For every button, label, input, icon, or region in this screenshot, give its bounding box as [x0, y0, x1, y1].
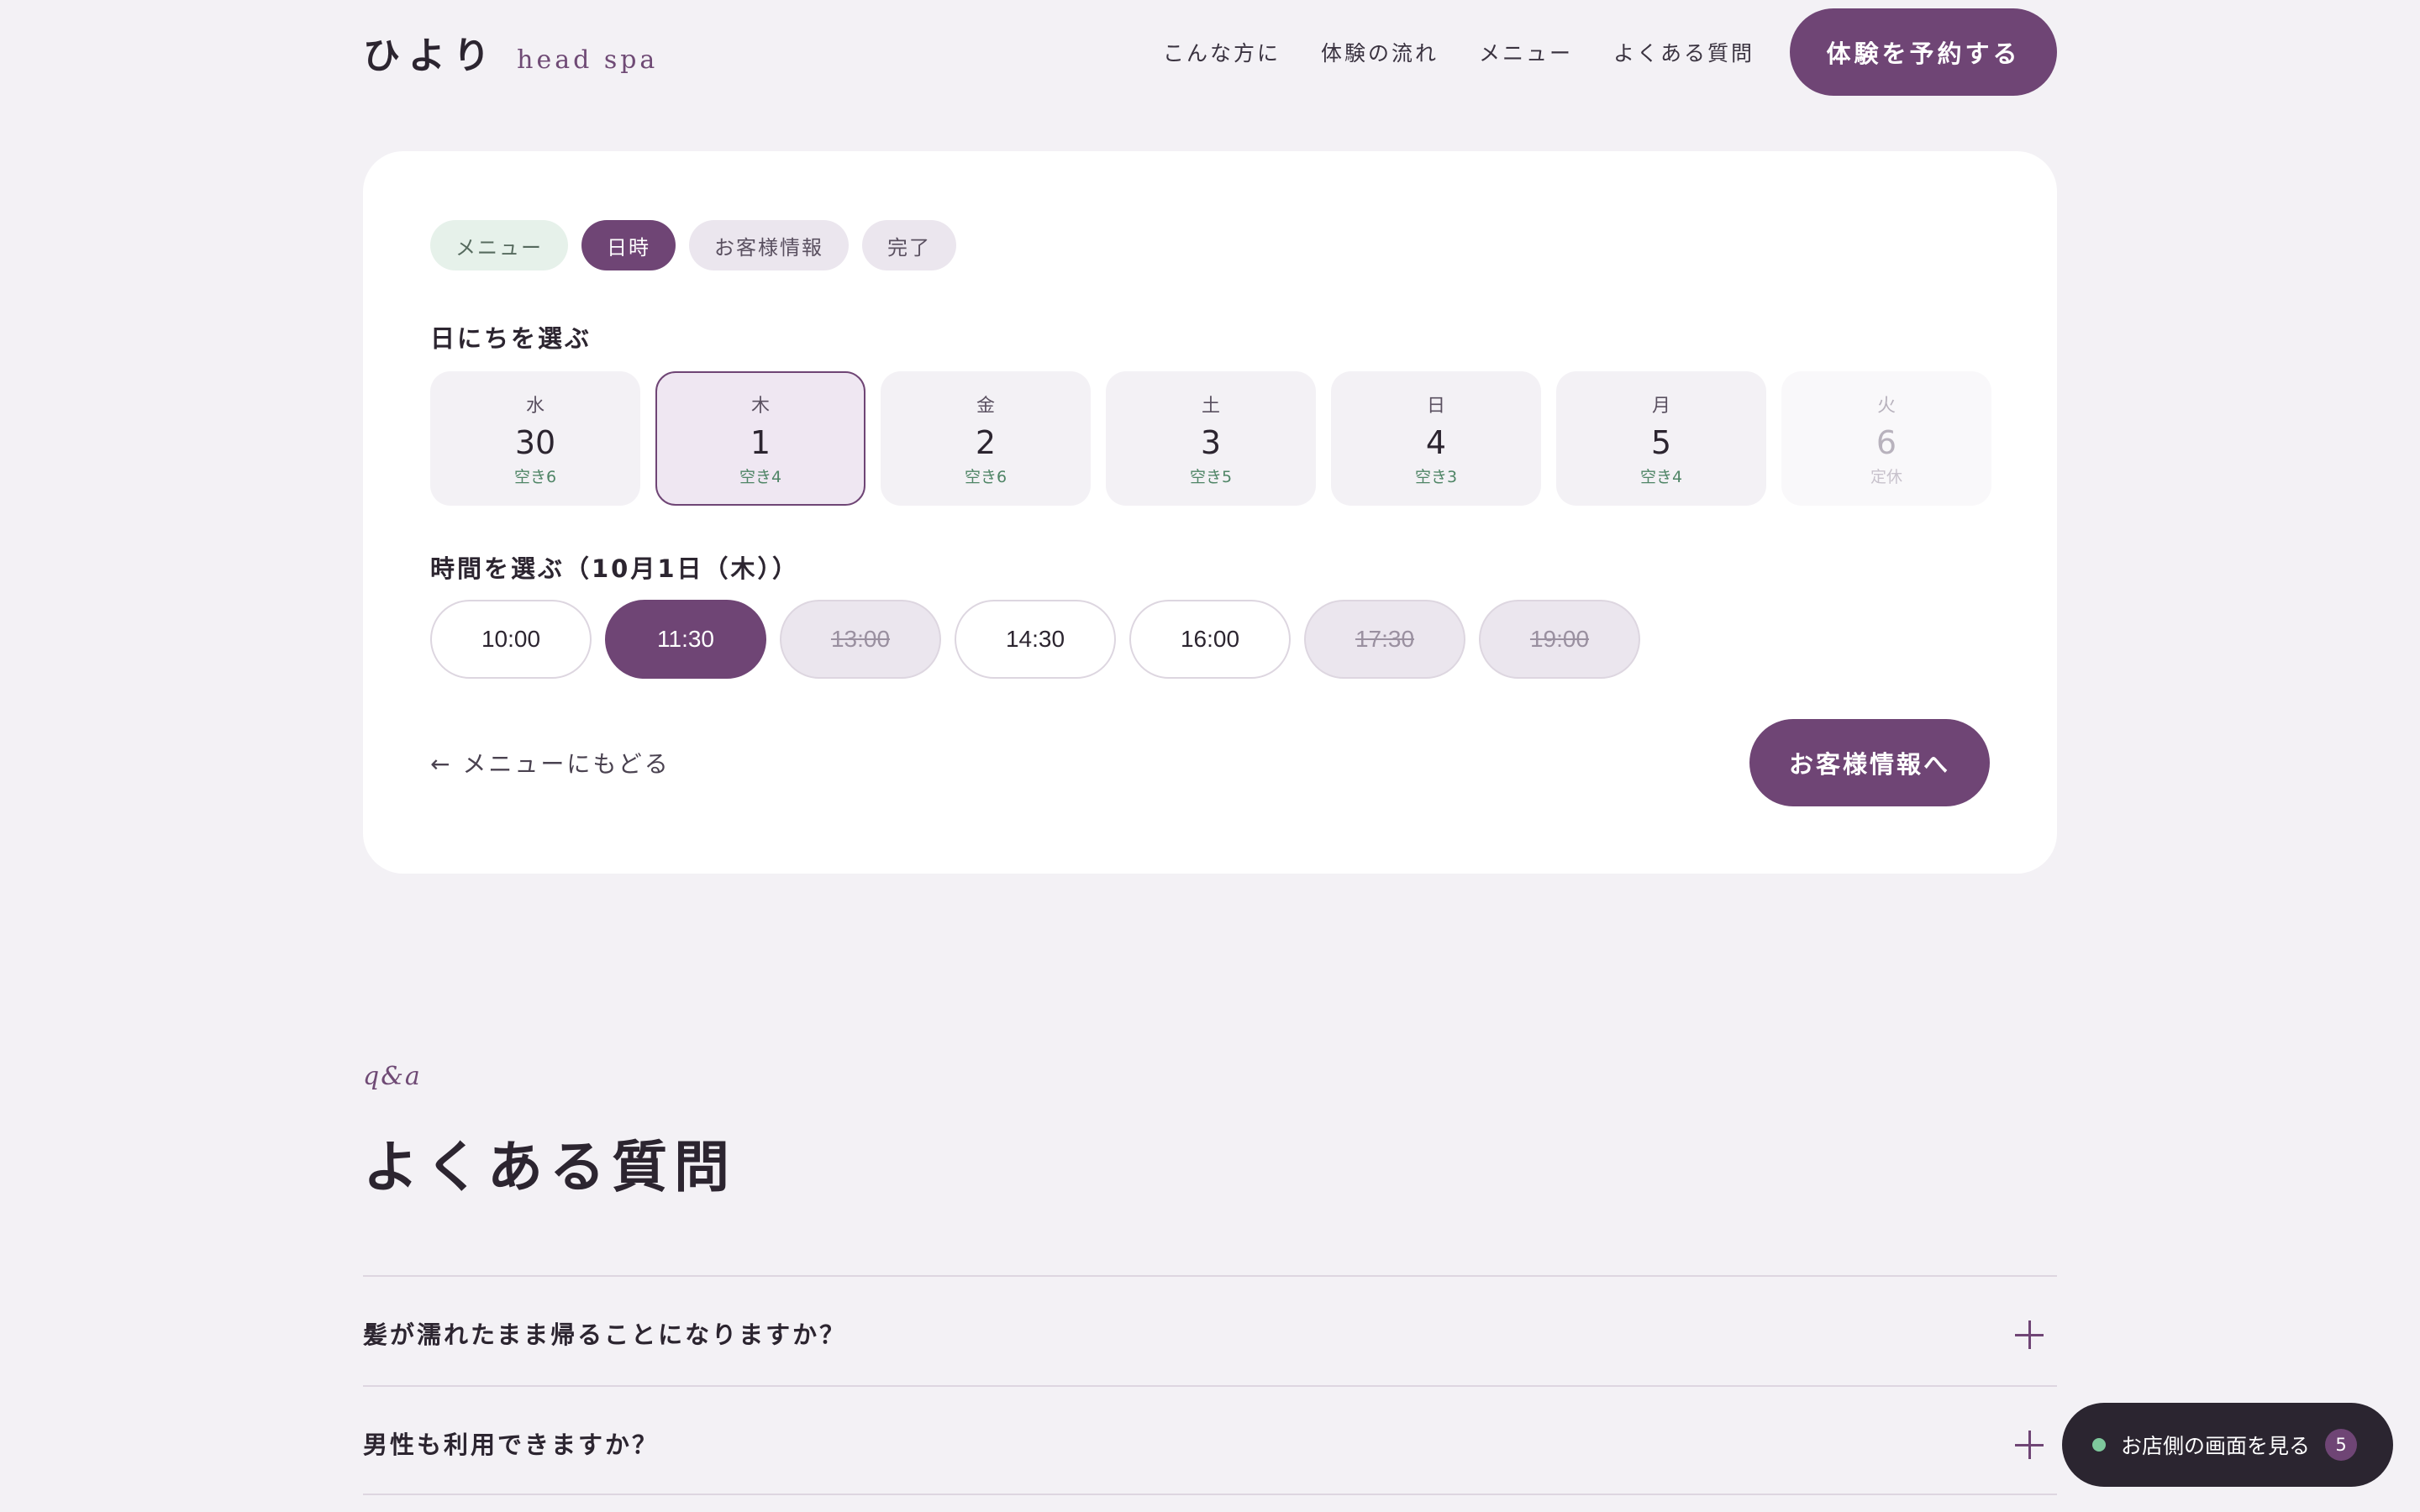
main-nav: こんな方に 体験の流れ メニュー よくある質問	[1163, 37, 1754, 67]
day-option-30[interactable]: 水 30 空き6	[430, 371, 640, 506]
day-option-5[interactable]: 月 5 空き4	[1556, 371, 1766, 506]
day-availability: 空き6	[513, 467, 557, 486]
day-availability: 定休	[1870, 467, 1902, 486]
day-weekday: 火	[1876, 395, 1896, 417]
day-picker: 水 30 空き6 木 1 空き4 金 2 空き6 土 3 空き5 日 4 空き3…	[430, 371, 1991, 506]
site-header: ひより head spa こんな方に 体験の流れ メニュー よくある質問 体験を…	[363, 0, 2057, 106]
faq-question: 髪が濡れたまま帰ることになりますか？	[363, 1320, 847, 1349]
day-availability: 空き3	[1414, 467, 1458, 486]
day-number: 1	[750, 423, 771, 461]
time-slot-1600[interactable]: 16:00	[1129, 600, 1291, 679]
back-to-menu-link[interactable]: ← メニューにもどる	[430, 746, 671, 780]
plus-icon[interactable]	[2015, 1431, 2044, 1459]
time-section-label: 時間を選ぶ（10月1日（木））	[430, 554, 800, 583]
step-complete: 完了	[862, 220, 956, 270]
day-option-6-closed: 火 6 定休	[1781, 371, 1991, 506]
nav-item-for-whom[interactable]: こんな方に	[1163, 37, 1281, 67]
faq-list: 髪が濡れたまま帰ることになりますか？ 男性も利用できますか？	[363, 1275, 2057, 1495]
next-customer-info-button[interactable]: お客様情報へ	[1749, 719, 1990, 806]
time-slot-1000[interactable]: 10:00	[430, 600, 592, 679]
faq-item[interactable]: 髪が濡れたまま帰ることになりますか？	[363, 1275, 2057, 1385]
day-option-3[interactable]: 土 3 空き5	[1106, 371, 1316, 506]
day-weekday: 日	[1426, 395, 1445, 417]
day-weekday: 土	[1201, 395, 1220, 417]
time-slot-1900: 19:00	[1479, 600, 1640, 679]
logo-main-text: ひより	[363, 34, 499, 77]
book-trial-button[interactable]: 体験を予約する	[1790, 8, 2057, 96]
faq-title: よくある質問	[363, 1135, 736, 1200]
day-number: 2	[975, 423, 997, 461]
day-weekday: 金	[976, 395, 995, 417]
faq-item[interactable]: 男性も利用できますか？	[363, 1385, 2057, 1495]
day-number: 3	[1200, 423, 1222, 461]
time-slot-1430[interactable]: 14:30	[955, 600, 1116, 679]
day-availability: 空き4	[739, 467, 782, 486]
day-option-2[interactable]: 金 2 空き6	[881, 371, 1091, 506]
time-picker: 10:00 11:30 13:00 14:30 16:00 17:30 19:0…	[430, 600, 1640, 679]
day-availability: 空き4	[1639, 467, 1683, 486]
step-menu: メニュー	[430, 220, 568, 270]
step-datetime: 日時	[581, 220, 676, 270]
day-number: 30	[514, 423, 556, 461]
day-weekday: 木	[750, 395, 770, 417]
day-availability: 空き6	[964, 467, 1007, 486]
step-customer-info: お客様情報	[689, 220, 849, 270]
booking-card: メニュー 日時 お客様情報 完了 日にちを選ぶ 水 30 空き6 木 1 空き4…	[363, 151, 2057, 874]
day-availability: 空き5	[1189, 467, 1233, 486]
step-indicator: メニュー 日時 お客様情報 完了	[430, 220, 956, 270]
time-slot-1730: 17:30	[1304, 600, 1465, 679]
day-weekday: 水	[525, 395, 544, 417]
nav-item-faq[interactable]: よくある質問	[1613, 37, 1754, 67]
day-number: 6	[1876, 423, 1897, 461]
view-shop-screen-label: お店側の画面を見る	[2121, 1434, 2311, 1458]
logo-sub-text: head spa	[517, 45, 659, 75]
faq-eyebrow: q&a	[363, 1062, 422, 1091]
faq-question: 男性も利用できますか？	[363, 1431, 660, 1459]
logo[interactable]: ひより head spa	[363, 25, 658, 79]
view-shop-screen-button[interactable]: お店側の画面を見る 5	[2062, 1403, 2393, 1487]
nav-item-flow[interactable]: 体験の流れ	[1321, 37, 1439, 67]
nav-item-menu[interactable]: メニュー	[1479, 37, 1573, 67]
status-dot-icon	[2092, 1438, 2106, 1452]
day-number: 4	[1425, 423, 1447, 461]
day-option-1[interactable]: 木 1 空き4	[655, 371, 865, 506]
time-slot-1300: 13:00	[780, 600, 941, 679]
day-option-4[interactable]: 日 4 空き3	[1331, 371, 1541, 506]
day-number: 5	[1650, 423, 1672, 461]
day-section-label: 日にちを選ぶ	[430, 324, 592, 353]
plus-icon[interactable]	[2015, 1320, 2044, 1349]
time-slot-1130[interactable]: 11:30	[605, 600, 766, 679]
day-weekday: 月	[1651, 395, 1670, 417]
notification-badge: 5	[2325, 1429, 2358, 1461]
